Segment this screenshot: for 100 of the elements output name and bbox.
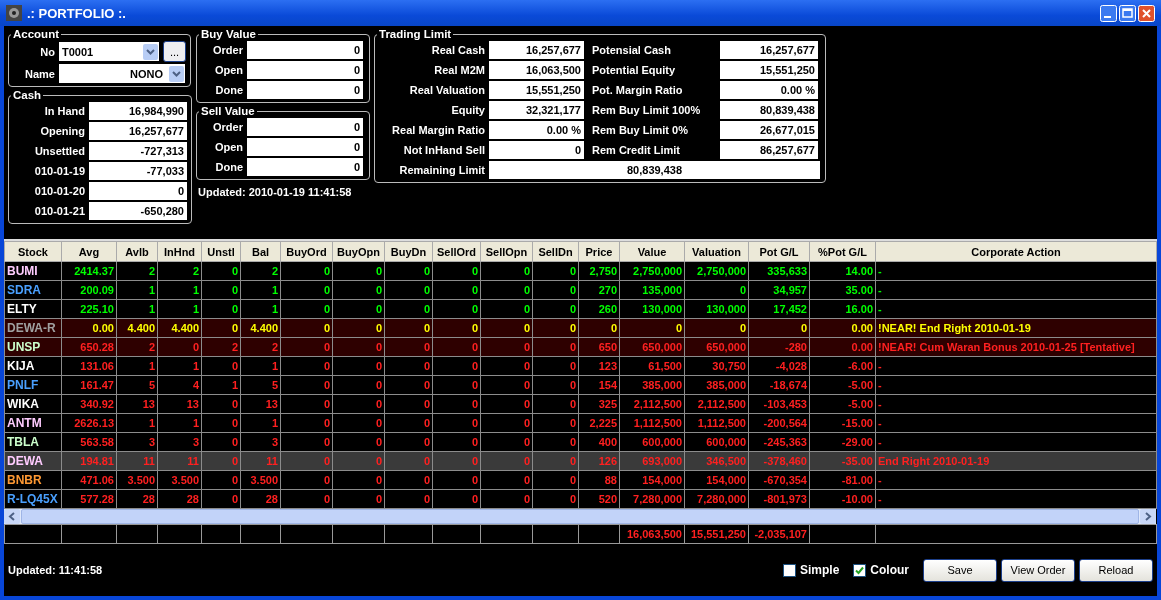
field-label: In Hand <box>43 105 85 117</box>
table-cell: !NEAR! End Right 2010-01-19 <box>875 318 1157 338</box>
value-field: 86,257,677 <box>720 141 818 159</box>
column-header[interactable]: %Pot G/L <box>809 241 876 262</box>
column-header[interactable]: BuyOrd <box>280 241 333 262</box>
column-header[interactable]: Pot G/L <box>748 241 810 262</box>
table-cell: 7,280,000 <box>619 489 685 509</box>
table-cell: -670,354 <box>748 470 810 490</box>
table-cell: 650,000 <box>684 337 749 357</box>
table-cell: -29.00 <box>809 432 876 452</box>
dropdown-icon[interactable] <box>169 65 184 82</box>
field-label: Potensial Cash <box>591 44 672 56</box>
table-cell: 0 <box>480 318 533 338</box>
table-cell: 130,000 <box>684 299 749 319</box>
table-cell: 0 <box>201 280 241 300</box>
table-cell: 1 <box>157 299 202 319</box>
table-cell: 3.500 <box>157 470 202 490</box>
table-cell: -35.00 <box>809 451 876 471</box>
column-header[interactable]: Corporate Action <box>875 241 1157 262</box>
stock-name: TBLA <box>7 435 39 449</box>
combo-box[interactable]: NONO <box>59 64 185 83</box>
table-cell: 0 <box>532 356 579 376</box>
field-label: Done <box>214 84 243 96</box>
column-header[interactable]: SellDn <box>532 241 579 262</box>
field-label: Real Margin Ratio <box>391 124 485 136</box>
table-cell: 200.09 <box>61 280 117 300</box>
table-cell: 0.00 <box>809 337 876 357</box>
checkbox-label[interactable]: Simple <box>799 563 840 577</box>
table-cell: 3.500 <box>116 470 158 490</box>
column-header[interactable]: Stock <box>4 241 62 262</box>
column-header[interactable]: Unstl <box>201 241 241 262</box>
field-label: Open <box>213 141 243 153</box>
table-cell: 2,112,500 <box>684 394 749 414</box>
column-header[interactable]: Valuation <box>684 241 749 262</box>
table-cell: 0 <box>432 280 481 300</box>
column-header[interactable]: BuyOpn <box>332 241 385 262</box>
table-cell: 3 <box>157 432 202 452</box>
table-cell: -10.00 <box>809 489 876 509</box>
table-cell: 0 <box>280 280 333 300</box>
table-cell: 61,500 <box>619 356 685 376</box>
table-cell: 2,750 <box>578 261 620 281</box>
dropdown-icon[interactable] <box>143 43 158 60</box>
column-header[interactable]: BuyDn <box>384 241 433 262</box>
field-label: Opening <box>39 125 85 137</box>
table-cell: 0 <box>432 375 481 395</box>
table-cell: 1 <box>240 356 281 376</box>
field-label: Real M2M <box>433 64 485 76</box>
table-cell: 2626.13 <box>61 413 117 433</box>
column-header[interactable]: SellOrd <box>432 241 481 262</box>
table-cell: 0 <box>201 299 241 319</box>
table-cell: 0 <box>201 318 241 338</box>
column-header[interactable]: Avg <box>61 241 117 262</box>
table-cell: 2 <box>201 337 241 357</box>
column-header[interactable]: Price <box>578 241 620 262</box>
column-header[interactable]: Value <box>619 241 685 262</box>
stock-name: SDRA <box>7 283 41 297</box>
column-header[interactable]: Bal <box>240 241 281 262</box>
combo-box[interactable]: T0001 <box>59 42 159 61</box>
field-label: Remaining Limit <box>398 164 485 176</box>
column-header[interactable]: InHnd <box>157 241 202 262</box>
table-cell: 650.28 <box>61 337 117 357</box>
checkbox-label[interactable]: Colour <box>870 563 909 577</box>
table-cell: 0 <box>384 261 433 281</box>
table-cell: - <box>875 280 1157 300</box>
stock-name: ELTY <box>7 302 37 316</box>
table-cell: 1 <box>116 280 158 300</box>
action-button[interactable]: Save <box>923 558 997 582</box>
minimize-icon[interactable] <box>1100 4 1117 22</box>
table-cell: 0 <box>480 470 533 490</box>
maximize-icon[interactable] <box>1119 4 1136 22</box>
table-cell: 0 <box>332 470 385 490</box>
column-header[interactable]: Avlb <box>116 241 158 262</box>
table-cell: 0 <box>384 375 433 395</box>
browse-button[interactable]: ... <box>163 41 186 62</box>
field-label: Order <box>212 44 243 56</box>
value-field: 16,257,677 <box>489 41 584 59</box>
table-cell: 88 <box>578 470 620 490</box>
column-header[interactable]: SellOpn <box>480 241 533 262</box>
field-label: Pot. Margin Ratio <box>591 84 684 96</box>
table-cell: -81.00 <box>809 470 876 490</box>
table-cell: 13 <box>157 394 202 414</box>
table-cell: 28 <box>240 489 281 509</box>
table-cell: 0 <box>432 489 481 509</box>
table-cell: 161.47 <box>61 375 117 395</box>
table-cell: 1 <box>116 413 158 433</box>
table-cell: 0 <box>432 394 481 414</box>
action-button[interactable]: Reload <box>1079 558 1153 582</box>
field-label: Rem Buy Limit 100% <box>591 104 702 116</box>
table-cell: 0 <box>532 470 579 490</box>
checkbox[interactable] <box>782 563 796 577</box>
app-icon <box>6 5 22 21</box>
close-icon[interactable] <box>1138 4 1155 22</box>
stock-name: DEWA <box>7 454 43 468</box>
table-cell: 0 <box>384 280 433 300</box>
table-cell: - <box>875 489 1157 509</box>
value-field: 32,321,177 <box>489 101 584 119</box>
stock-name: BNBR <box>7 473 42 487</box>
table-cell: 0 <box>384 337 433 357</box>
action-button[interactable]: View Order <box>1001 558 1075 582</box>
checkbox[interactable] <box>853 563 867 577</box>
